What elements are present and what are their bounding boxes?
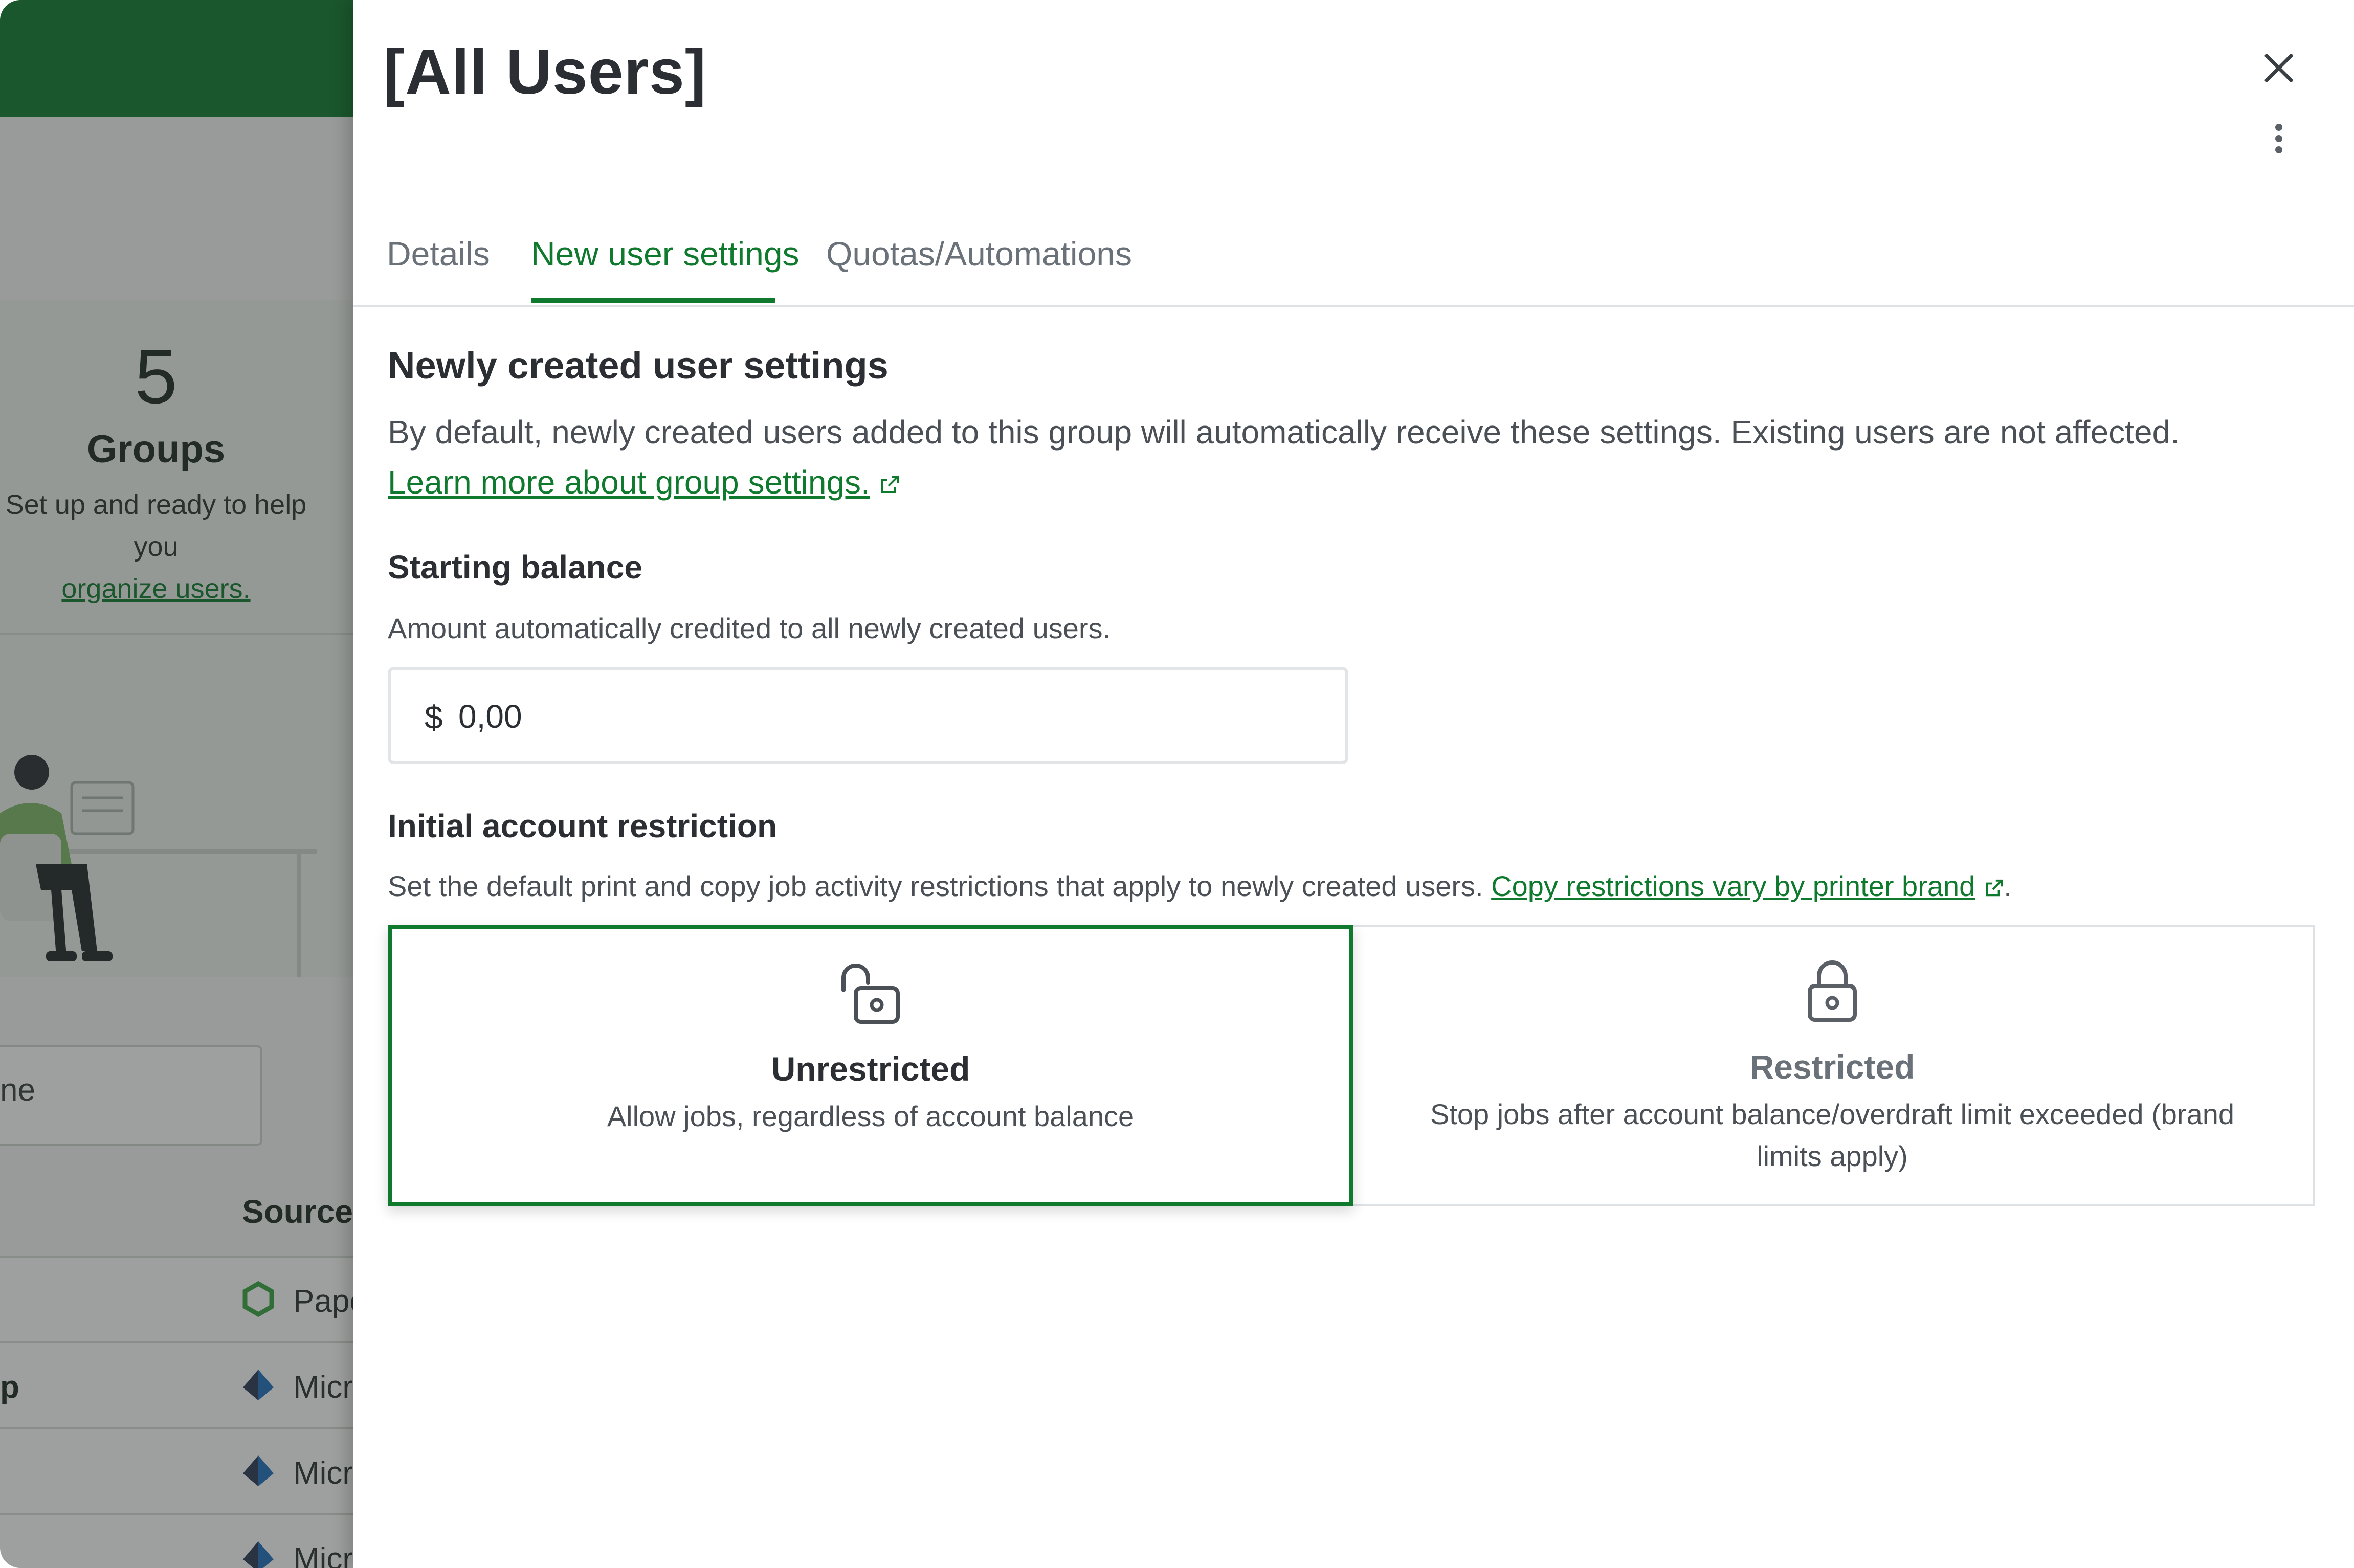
tab-new-user-settings[interactable]: New user settings: [531, 234, 800, 273]
unrestricted-option-card[interactable]: Unrestricted Allow jobs, regardless of a…: [388, 925, 1353, 1206]
starting-balance-hint: Amount automatically credited to all new…: [388, 612, 1111, 644]
close-icon: [2264, 54, 2293, 82]
external-link-icon: [1986, 880, 2003, 897]
restricted-option-description: Stop jobs after account balance/overdraf…: [1430, 1098, 2235, 1172]
restriction-hint-text: Set the default print and copy job activ…: [388, 870, 1483, 902]
unlocked-padlock-icon: [841, 964, 900, 1024]
starting-balance-title: Starting balance: [388, 549, 642, 586]
group-settings-panel: [All Users] Details New user settings Qu…: [353, 0, 2354, 1568]
active-tab-indicator: [531, 298, 775, 303]
restriction-hint-suffix: .: [2004, 870, 2012, 902]
panel-title: [All Users]: [384, 37, 707, 107]
more-options-button[interactable]: [2259, 110, 2298, 167]
starting-balance-field[interactable]: $: [388, 667, 1348, 764]
currency-symbol: $: [425, 699, 443, 736]
background-page: 5 Groups Set up and ready to help you or…: [0, 0, 367, 1568]
locked-padlock-icon: [1808, 960, 1857, 1022]
section-description: By default, newly created users added to…: [388, 414, 2180, 451]
vertical-ellipsis-icon: [2275, 124, 2282, 153]
restricted-option-title: Restricted: [1749, 1048, 1915, 1086]
section-title: Newly created user settings: [388, 344, 889, 387]
unrestricted-option-description: Allow jobs, regardless of account balanc…: [607, 1100, 1135, 1132]
learn-more-link-text: Learn more about group settings.: [388, 464, 870, 501]
copy-restrictions-link[interactable]: Copy restrictions vary by printer brand: [1491, 870, 1975, 902]
close-button[interactable]: [2251, 40, 2307, 96]
restriction-title: Initial account restriction: [388, 808, 778, 844]
tab-quotas-automations[interactable]: Quotas/Automations: [826, 234, 1132, 273]
restriction-hint: Set the default print and copy job activ…: [388, 869, 2012, 903]
panel-tabs: Details New user settings Quotas/Automat…: [353, 215, 2354, 307]
restricted-option-card[interactable]: Restricted Stop jobs after account balan…: [1351, 925, 2315, 1206]
starting-balance-input[interactable]: [457, 690, 1278, 743]
external-link-icon: [881, 476, 899, 494]
app-window: 5 Groups Set up and ready to help you or…: [0, 0, 2354, 1568]
modal-backdrop[interactable]: [0, 0, 358, 1568]
learn-more-link[interactable]: Learn more about group settings.: [388, 463, 900, 501]
unrestricted-option-title: Unrestricted: [771, 1050, 970, 1088]
tab-details[interactable]: Details: [387, 234, 490, 273]
